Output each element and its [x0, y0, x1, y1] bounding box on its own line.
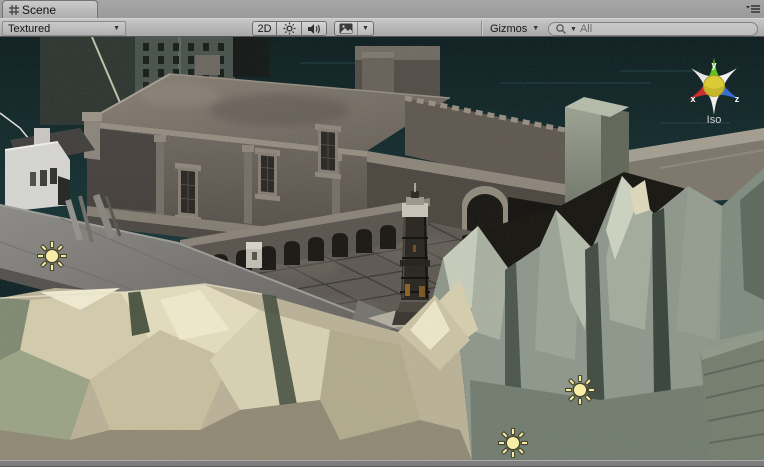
- lighting-toggle-button[interactable]: [277, 21, 302, 36]
- chevron-down-icon: ▼: [570, 25, 577, 33]
- search-input[interactable]: ▼ All: [548, 22, 758, 36]
- effects-dropdown-button[interactable]: ▼: [334, 21, 374, 36]
- sun-icon: [283, 22, 295, 35]
- axis-label-y: y: [711, 60, 716, 70]
- projection-mode-label[interactable]: Iso: [707, 114, 722, 126]
- light-gizmo[interactable]: [36, 240, 68, 272]
- render-mode-dropdown[interactable]: Textured ▼: [2, 21, 126, 36]
- tab-label: Scene: [22, 2, 57, 17]
- scene-toolbar: Textured ▼ 2D ▼ Gizmos ▼ ▼ All: [0, 18, 764, 37]
- axis-label-x: x: [690, 94, 695, 104]
- view-toggle-group: 2D: [252, 21, 327, 36]
- texture-grain: [0, 37, 764, 460]
- toolbar-separator: [481, 21, 482, 36]
- image-icon: [335, 22, 357, 35]
- render-mode-label: Textured: [8, 22, 51, 35]
- magnifier-icon: [556, 24, 566, 34]
- axis-label-z: z: [735, 94, 740, 104]
- light-gizmo[interactable]: [497, 427, 529, 459]
- tab-bar: Scene: [0, 0, 764, 18]
- 2d-label: 2D: [257, 22, 272, 35]
- grid-icon: [9, 4, 19, 15]
- light-gizmo[interactable]: [564, 374, 596, 406]
- chevron-down-icon: ▼: [532, 25, 540, 32]
- search-filter-text: All: [579, 23, 593, 35]
- scene-panel: Scene Textured ▼ 2D ▼ Gizmos ▼ ▼ All y x…: [0, 0, 764, 467]
- scene-viewport[interactable]: y x z Iso: [0, 37, 764, 460]
- panel-menu-icon[interactable]: [746, 5, 760, 15]
- audio-toggle-button[interactable]: [302, 21, 327, 36]
- 2d-toggle-button[interactable]: 2D: [252, 21, 277, 36]
- gizmos-label: Gizmos: [490, 22, 528, 35]
- gizmos-dropdown[interactable]: Gizmos ▼: [488, 21, 541, 36]
- scene-render: y x z Iso: [0, 37, 764, 460]
- chevron-down-icon: ▼: [113, 25, 120, 32]
- panel-bottom-edge: [0, 460, 764, 467]
- chevron-down-icon: ▼: [357, 22, 373, 35]
- tab-scene[interactable]: Scene: [2, 0, 98, 18]
- speaker-icon: [308, 23, 320, 34]
